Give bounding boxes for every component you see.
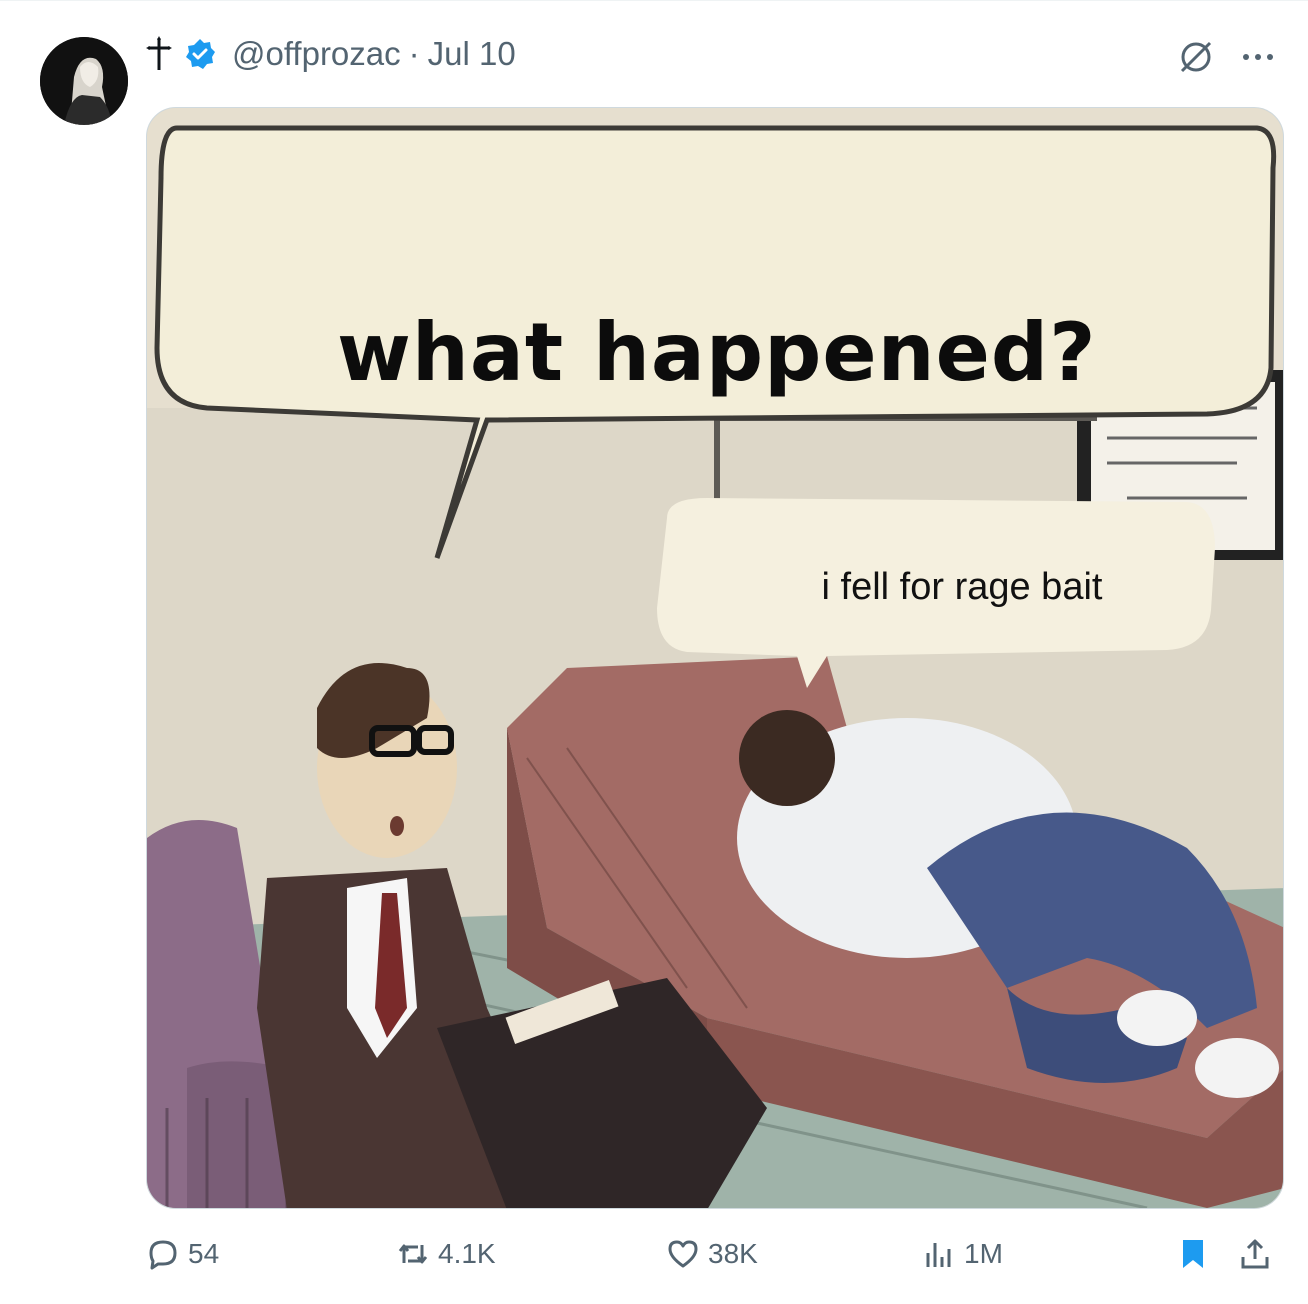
- like-icon: [668, 1240, 698, 1268]
- tweet-card[interactable]: @offprozac · Jul 10 what happened? i fel…: [0, 0, 1308, 1304]
- header-actions: [1176, 37, 1278, 77]
- avatar[interactable]: [40, 37, 128, 125]
- verified-badge-icon: [184, 38, 216, 70]
- repost-icon: [398, 1244, 428, 1264]
- post-date[interactable]: Jul 10: [428, 35, 516, 73]
- like-button[interactable]: 38K: [666, 1229, 758, 1279]
- bookmark-icon: [1183, 1240, 1203, 1268]
- views-button[interactable]: 1M: [922, 1229, 1003, 1279]
- post-image[interactable]: what happened? i fell for rage bait: [146, 107, 1284, 1209]
- action-bar: 54 4.1K 38K 1M: [146, 1229, 1286, 1279]
- meme-bubble-bottom-text: i fell for rage bait: [821, 566, 1103, 608]
- share-icon: [1241, 1239, 1269, 1269]
- meme-bubble-top-text: what happened?: [337, 306, 1097, 399]
- views-icon: [926, 1243, 951, 1267]
- grok-icon[interactable]: [1176, 37, 1216, 77]
- separator: ·: [408, 35, 420, 72]
- share-button[interactable]: [1238, 1229, 1272, 1279]
- post-header: @offprozac · Jul 10: [142, 31, 516, 77]
- user-handle[interactable]: @offprozac: [232, 35, 401, 73]
- reply-count: 54: [188, 1238, 220, 1269]
- bookmark-button[interactable]: [1176, 1229, 1210, 1279]
- more-icon[interactable]: [1238, 37, 1278, 77]
- view-count: 1M: [964, 1238, 1003, 1269]
- cross-icon: [142, 34, 176, 74]
- reply-button[interactable]: 54: [146, 1229, 219, 1279]
- repost-button[interactable]: 4.1K: [396, 1229, 496, 1279]
- repost-count: 4.1K: [438, 1238, 496, 1269]
- like-count: 38K: [708, 1238, 758, 1269]
- reply-icon: [149, 1240, 177, 1270]
